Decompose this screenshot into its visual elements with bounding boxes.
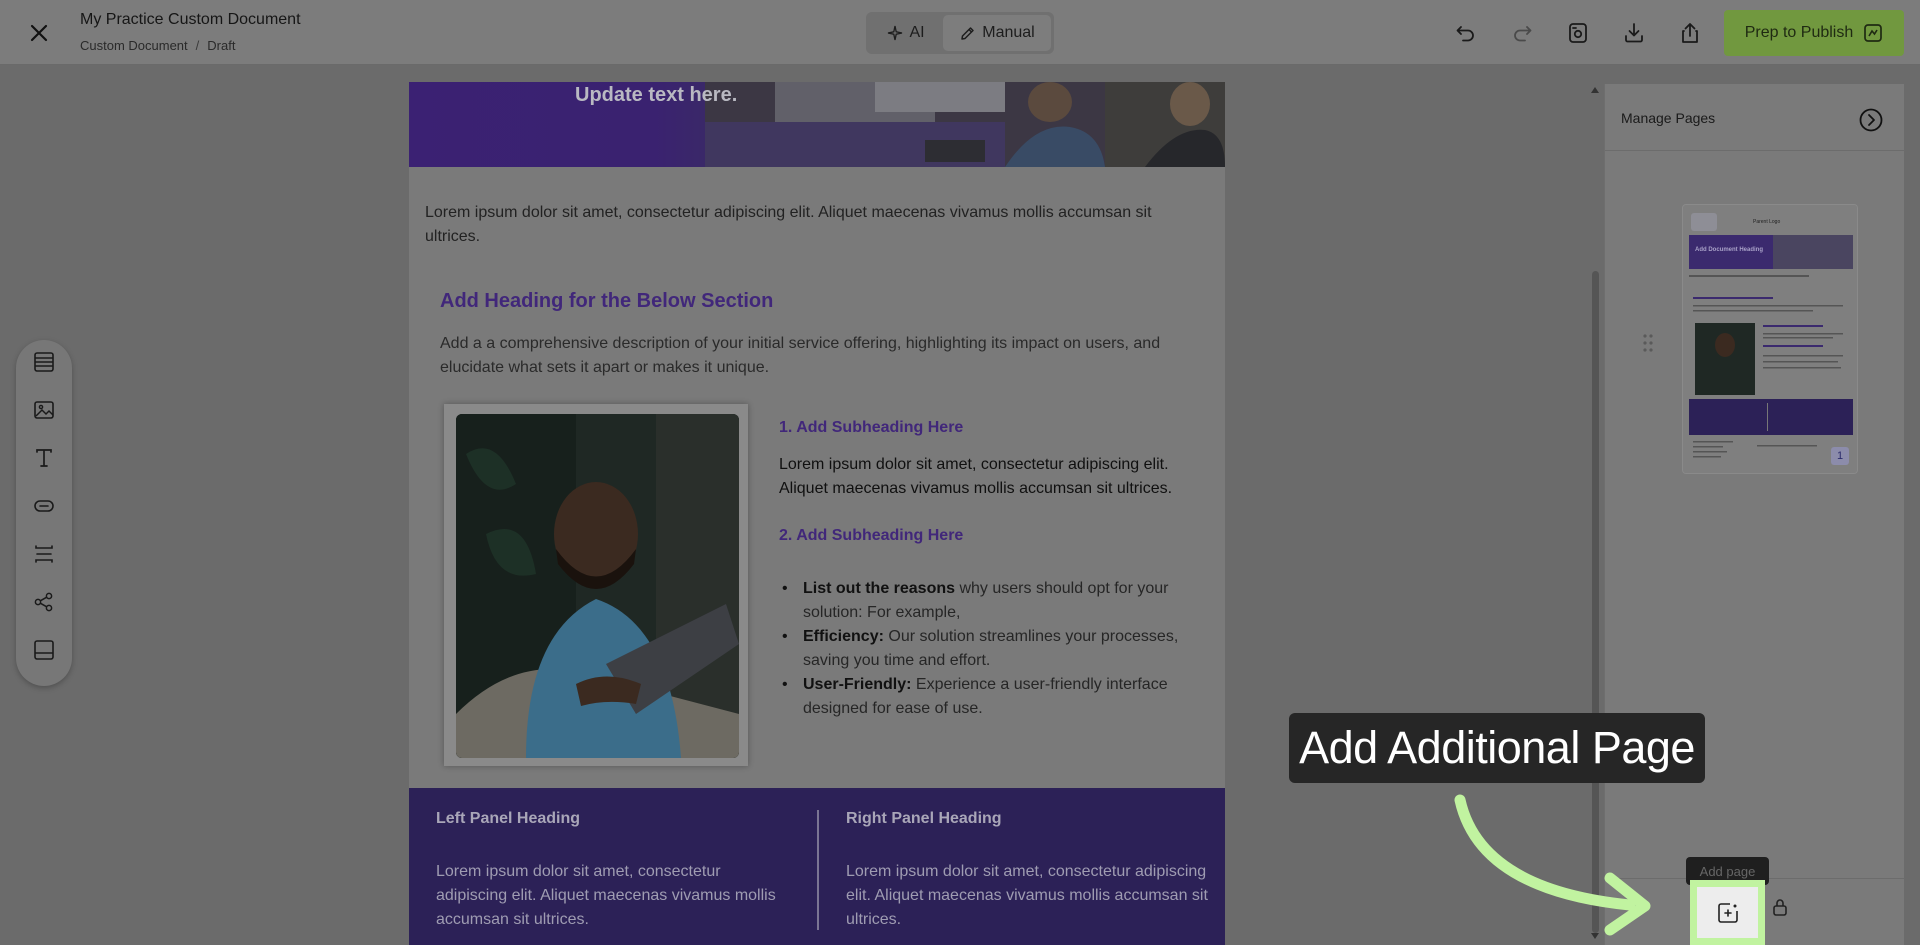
ai-mode-button[interactable]: AI (869, 15, 943, 51)
document-title: My Practice Custom Document (80, 11, 301, 28)
mode-toggle: AI Manual (866, 12, 1054, 54)
footer-tool-button[interactable] (30, 636, 58, 664)
spacer-icon (35, 545, 53, 563)
drag-handle-icon[interactable] (1641, 332, 1655, 354)
undo-icon (1456, 26, 1474, 42)
page-thumbnail-preview: Parent Logo Add Document Heading (1683, 205, 1857, 473)
subheading-2[interactable]: 2. Add Subheading Here (779, 527, 963, 545)
button-tool-button[interactable] (30, 492, 58, 520)
reasons-list[interactable]: List out the reasons why users should op… (782, 577, 1204, 721)
subheading-1-body[interactable]: Lorem ipsum dolor sit amet, consectetur … (779, 453, 1199, 501)
breadcrumb-status: Draft (207, 38, 236, 53)
list-item: List out the reasons why users should op… (782, 577, 1204, 625)
page-thumbnail[interactable]: Parent Logo Add Document Heading 1 (1682, 204, 1858, 474)
close-icon (30, 24, 48, 42)
tutorial-callout: Add Additional Page (1289, 713, 1705, 783)
hero-photo (705, 82, 1225, 167)
social-icon (34, 592, 53, 612)
add-page-button[interactable] (1690, 880, 1765, 945)
breadcrumb-separator: / (195, 38, 200, 53)
document-canvas[interactable]: Update text here. Lorem ipsum dolor sit … (409, 82, 1225, 945)
hero-banner[interactable]: Update text here. (409, 82, 1225, 167)
layout-tool-button[interactable] (30, 348, 58, 376)
right-panel-heading[interactable]: Right Panel Heading (846, 810, 1216, 828)
chevron-right-circle-icon (1859, 108, 1883, 132)
photo-frame[interactable] (444, 404, 748, 766)
panel-divider-top (1605, 150, 1905, 151)
share-button[interactable] (1676, 19, 1704, 47)
close-button[interactable] (24, 20, 54, 46)
layout-icon (34, 352, 54, 372)
download-icon (1625, 23, 1643, 43)
text-tool-button[interactable] (30, 444, 58, 472)
redo-button[interactable] (1508, 19, 1536, 47)
left-toolbar (16, 340, 72, 686)
manual-mode-label: Manual (982, 24, 1035, 41)
social-tool-button[interactable] (30, 588, 58, 616)
redo-icon (1514, 26, 1532, 42)
list-item-bold: List out the reasons (803, 580, 956, 597)
subheading-1[interactable]: 1. Add Subheading Here (779, 419, 963, 437)
left-panel[interactable]: Left Panel Heading Lorem ipsum dolor sit… (436, 810, 786, 932)
list-item: Efficiency: Our solution streamlines you… (782, 625, 1204, 673)
ai-mode-label: AI (909, 24, 925, 41)
left-panel-heading[interactable]: Left Panel Heading (436, 810, 786, 828)
panel-divider (817, 810, 819, 930)
text-icon (36, 449, 52, 467)
man-with-laptop-photo (456, 414, 739, 758)
right-panel-text[interactable]: Lorem ipsum dolor sit amet, consectetur … (846, 860, 1216, 932)
manual-mode-button[interactable]: Manual (943, 15, 1051, 51)
two-panel-section[interactable]: Left Panel Heading Lorem ipsum dolor sit… (409, 788, 1225, 945)
breadcrumb: Custom Document / Draft (80, 38, 235, 53)
section-description[interactable]: Add a a comprehensive description of you… (440, 332, 1200, 380)
left-panel-text[interactable]: Lorem ipsum dolor sit amet, consectetur … (436, 860, 786, 932)
button-icon (34, 500, 54, 512)
scroll-up-arrow[interactable] (1590, 86, 1600, 94)
download-button[interactable] (1620, 19, 1648, 47)
list-item-bold: Efficiency: (803, 628, 884, 645)
photo-illustration (456, 414, 739, 758)
intro-paragraph[interactable]: Lorem ipsum dolor sit amet, consectetur … (425, 201, 1205, 249)
add-page-icon (1717, 902, 1738, 923)
footer-icon (34, 640, 54, 660)
sparkle-icon (888, 25, 903, 41)
share-icon (1682, 23, 1698, 43)
section-heading[interactable]: Add Heading for the Below Section (440, 290, 773, 313)
page-number-badge: 1 (1831, 447, 1849, 465)
preview-icon (1569, 23, 1587, 43)
spacer-tool-button[interactable] (30, 540, 58, 568)
callout-arrow-icon (1454, 794, 1651, 936)
prep-to-publish-label: Prep to Publish (1744, 24, 1854, 41)
image-tool-button[interactable] (30, 396, 58, 424)
lock-page-button[interactable] (1768, 895, 1792, 919)
list-item-bold: User-Friendly: (803, 676, 912, 693)
prep-to-publish-button[interactable]: Prep to Publish (1724, 10, 1904, 56)
thumbnail-logo-text: Parent Logo (1753, 219, 1780, 225)
undo-button[interactable] (1452, 19, 1480, 47)
manage-pages-title: Manage Pages (1621, 110, 1716, 126)
lock-icon (1773, 899, 1787, 916)
breadcrumb-type[interactable]: Custom Document (80, 38, 188, 53)
image-icon (34, 401, 54, 419)
preview-button[interactable] (1564, 19, 1592, 47)
publish-icon (1864, 24, 1883, 42)
collapse-panel-button[interactable] (1857, 106, 1885, 134)
right-panel-block[interactable]: Right Panel Heading Lorem ipsum dolor si… (846, 810, 1216, 932)
hero-text[interactable]: Update text here. (575, 84, 737, 107)
list-item: User-Friendly: Experience a user-friendl… (782, 673, 1204, 721)
top-header: My Practice Custom Document Custom Docum… (0, 0, 1920, 65)
pencil-icon (961, 26, 974, 40)
thumbnail-heading: Add Document Heading (1695, 247, 1763, 253)
